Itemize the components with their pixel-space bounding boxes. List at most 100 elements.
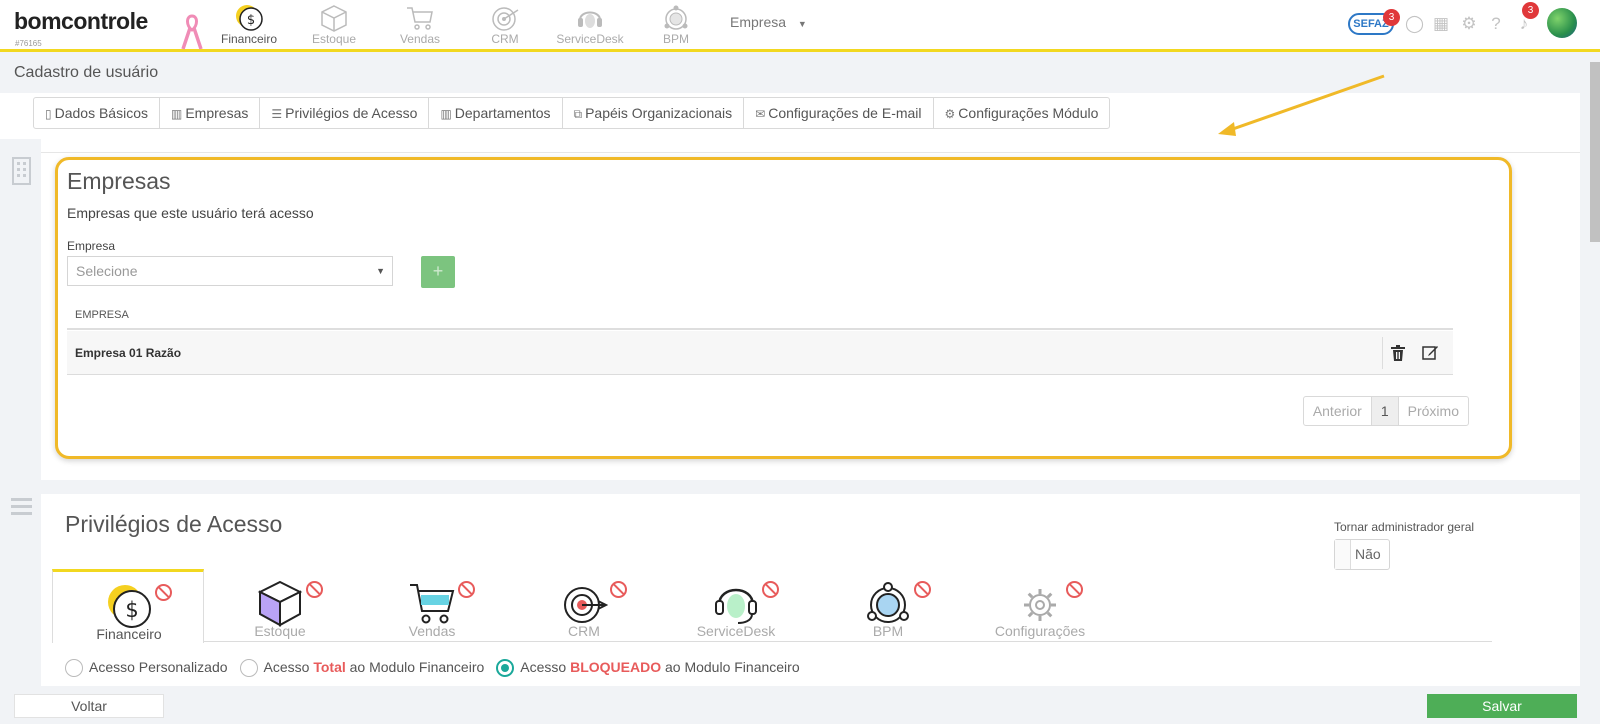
access-radio-group: Acesso Personalizado Acesso Total ao Mod… — [65, 658, 812, 677]
notifications-badge: 3 — [1522, 2, 1539, 19]
network-icon — [664, 5, 688, 30]
tab-config-modulo[interactable]: ⚙ Configurações Módulo — [934, 98, 1110, 128]
list-icon: ☰ — [271, 107, 283, 121]
module-tab-label: Estoque — [254, 623, 306, 639]
headset-icon — [715, 588, 757, 624]
tab-departamentos[interactable]: ▥ Departamentos — [429, 98, 563, 128]
divider — [41, 152, 1580, 153]
nav-module-label: Vendas — [399, 32, 441, 46]
radio-circle — [496, 659, 515, 677]
left-strip — [0, 139, 41, 686]
nav-module-servicedesk[interactable]: ServiceDesk — [550, 4, 630, 46]
module-tab-bpm[interactable]: BPM — [812, 569, 964, 642]
tab-label: Configurações de E-mail — [768, 105, 922, 121]
nav-module-financeiro[interactable]: $ Financeiro — [209, 4, 289, 46]
gear-icon[interactable]: ⚙ — [1460, 15, 1478, 33]
scrollbar[interactable] — [1590, 62, 1600, 242]
nav-module-label: BPM — [662, 32, 689, 46]
app-logo[interactable]: bomcontrole — [14, 8, 148, 35]
pagination: Anterior 1 Próximo — [1302, 396, 1469, 426]
module-tab-configuracoes[interactable]: Configurações — [964, 569, 1116, 642]
module-tab-label: Configurações — [994, 623, 1086, 639]
box-icon — [321, 5, 347, 32]
module-tab-label: CRM — [568, 623, 600, 639]
admin-toggle[interactable]: Não — [1334, 539, 1390, 570]
toggle-value: Não — [1355, 546, 1381, 562]
pager-next[interactable]: Próximo — [1399, 397, 1468, 425]
svg-text:$: $ — [247, 13, 255, 28]
tab-email[interactable]: ✉ Configurações de E-mail — [744, 98, 934, 128]
nav-module-vendas[interactable]: Vendas — [380, 4, 460, 46]
page-title: Cadastro de usuário — [14, 64, 159, 81]
help-icon[interactable]: ? — [1487, 15, 1505, 33]
module-tab-crm[interactable]: CRM — [508, 569, 660, 642]
blocked-icon — [914, 581, 931, 598]
cart-icon — [410, 584, 455, 624]
nav-module-label: CRM — [491, 32, 519, 46]
whatsapp-icon[interactable]: ◯ — [1405, 15, 1424, 33]
radio-acesso-total[interactable]: Acesso Total ao Modulo Financeiro — [239, 658, 484, 677]
module-tab-financeiro[interactable]: $ Financeiro — [52, 569, 204, 643]
section-tabs: ▯ Dados Básicos ▥ Empresas ☰ Privilégios de… — [33, 97, 1111, 129]
module-tab-estoque[interactable]: Estoque — [204, 569, 356, 642]
nav-module-crm[interactable]: CRM — [465, 4, 545, 46]
section-title: Privilégios de Acesso — [65, 511, 283, 537]
box-icon — [257, 580, 303, 627]
nav-module-estoque[interactable]: Estoque — [294, 4, 374, 46]
save-button[interactable]: Salvar — [1427, 694, 1577, 718]
tab-label: Papéis Organizacionais — [585, 105, 733, 121]
trash-icon[interactable] — [1391, 345, 1405, 361]
sefaz-badge: 3 — [1383, 9, 1400, 26]
section-subtitle: Empresas que este usuário terá acesso — [67, 205, 314, 221]
pink-ribbon-icon — [181, 14, 203, 50]
empresa-name: Empresa 01 Razão — [75, 346, 182, 360]
radio-label-pre: Acesso — [263, 659, 310, 675]
pager-current[interactable]: 1 — [1371, 397, 1399, 425]
annotation-arrow — [1218, 74, 1385, 136]
empresa-select[interactable]: Selecione ▼ — [67, 256, 393, 286]
nav-module-label: Estoque — [311, 32, 357, 46]
envelope-icon: ✉ — [755, 107, 766, 121]
edit-icon[interactable] — [1422, 344, 1439, 361]
module-tab-servicedesk[interactable]: ServiceDesk — [660, 569, 812, 642]
blocked-icon — [306, 581, 323, 598]
add-empresa-button[interactable]: + — [421, 256, 455, 288]
footer-bar — [0, 686, 1600, 724]
tab-privilegios[interactable]: ☰ Privilégios de Acesso — [260, 98, 430, 128]
radio-label-pre: Acesso — [520, 659, 567, 675]
nav-module-bpm[interactable]: BPM — [636, 4, 716, 46]
avatar[interactable] — [1547, 8, 1577, 38]
calendar-icon[interactable]: ▦ — [1432, 15, 1450, 33]
radio-acesso-bloqueado[interactable]: Acesso BLOQUEADO ao Modulo Financeiro — [496, 658, 800, 677]
module-tab-label: Financeiro — [96, 626, 162, 642]
back-button[interactable]: Voltar — [14, 694, 164, 718]
tab-label: Privilégios de Acesso — [285, 105, 418, 121]
dollar-coin-icon: $ — [108, 585, 151, 628]
blocked-icon — [1066, 581, 1083, 598]
tab-dados-basicos[interactable]: ▯ Dados Básicos — [34, 98, 160, 128]
tab-label: Empresas — [185, 105, 249, 121]
radio-acesso-personalizado[interactable]: Acesso Personalizado — [65, 658, 228, 677]
admin-toggle-label: Tornar administrador geral — [1334, 520, 1475, 534]
gear-icon — [1024, 589, 1056, 621]
module-tabs: $ Financeiro Estoque Vendas CRM ServiceD… — [52, 569, 1492, 643]
building-icon — [12, 157, 31, 185]
nav-module-label: ServiceDesk — [556, 32, 624, 46]
radio-circle — [65, 659, 83, 677]
building-icon: ▥ — [440, 107, 452, 121]
pager-prev[interactable]: Anterior — [1304, 397, 1372, 425]
account-id: #76165 — [15, 39, 42, 48]
tab-empresas[interactable]: ▥ Empresas — [160, 98, 261, 128]
chevron-down-icon: ▼ — [797, 19, 807, 29]
tab-papeis[interactable]: ⧉ Papéis Organizacionais — [563, 98, 745, 128]
module-tab-label: BPM — [872, 623, 904, 639]
select-placeholder: Selecione — [76, 263, 138, 279]
radio-label-bold: BLOQUEADO — [570, 659, 662, 675]
module-tab-vendas[interactable]: Vendas — [356, 569, 508, 642]
empresa-dropdown[interactable]: Empresa ▼ — [730, 14, 807, 30]
building-icon: ▥ — [171, 107, 183, 121]
network-icon — [867, 582, 909, 623]
tab-label: Configurações Módulo — [958, 105, 1099, 121]
radio-label-bold: Total — [313, 659, 346, 675]
chevron-down-icon: ▼ — [376, 266, 385, 276]
